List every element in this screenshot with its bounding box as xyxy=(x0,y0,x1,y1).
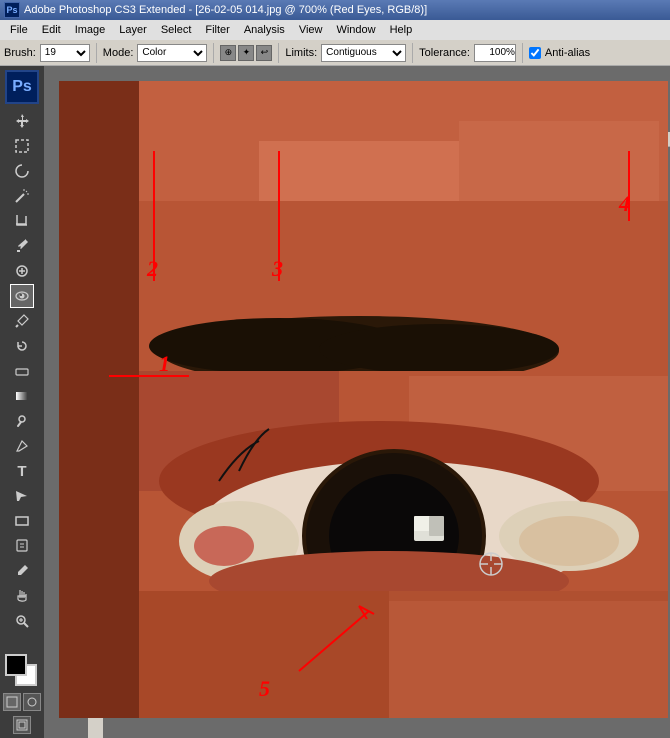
tool-clone-stamp[interactable] xyxy=(10,309,34,333)
standard-mode-btn[interactable] xyxy=(3,693,21,711)
tool-dodge[interactable] xyxy=(10,409,34,433)
menubar: File Edit Image Layer Select Filter Anal… xyxy=(0,20,670,40)
mode-label: Mode: xyxy=(103,47,134,59)
tool-hand[interactable] xyxy=(10,584,34,608)
separator-3 xyxy=(278,43,279,63)
separator-2 xyxy=(213,43,214,63)
window-title: Adobe Photoshop CS3 Extended - [26-02-05… xyxy=(24,4,427,16)
tool-move[interactable] xyxy=(10,109,34,133)
menu-image[interactable]: Image xyxy=(69,23,112,37)
ps-logo: Ps xyxy=(5,70,39,104)
limits-label: Limits: xyxy=(285,47,317,59)
svg-text:1: 1 xyxy=(159,351,170,376)
tool-magic-wand[interactable] xyxy=(10,184,34,208)
tool-red-eye[interactable] xyxy=(10,284,34,308)
tool-gradient[interactable] xyxy=(10,384,34,408)
brush-label: Brush: xyxy=(4,47,36,59)
svg-text:4: 4 xyxy=(618,191,630,216)
menu-window[interactable]: Window xyxy=(330,23,381,37)
photo-canvas[interactable]: 1 2 3 4 5 xyxy=(59,81,668,718)
screen-mode-buttons xyxy=(13,716,31,734)
fullscreen-btn[interactable] xyxy=(13,716,31,734)
options-icon-3[interactable]: ↩ xyxy=(256,45,272,61)
svg-text:5: 5 xyxy=(259,676,270,701)
brush-select[interactable]: 19 xyxy=(40,44,90,62)
separator-4 xyxy=(412,43,413,63)
tool-zoom[interactable] xyxy=(10,609,34,633)
menu-filter[interactable]: Filter xyxy=(199,23,235,37)
color-swatches[interactable] xyxy=(5,654,39,688)
canvas-area[interactable]: 9 xyxy=(44,66,670,738)
svg-text:2: 2 xyxy=(146,256,158,281)
options-icon-1[interactable]: ⊕ xyxy=(220,45,236,61)
toolbar: Ps xyxy=(0,66,44,738)
icon-group: ⊕ ✦ ↩ xyxy=(220,45,272,61)
titlebar: Ps Adobe Photoshop CS3 Extended - [26-02… xyxy=(0,0,670,20)
tool-notes[interactable] xyxy=(10,534,34,558)
menu-file[interactable]: File xyxy=(4,23,34,37)
type-icon: T xyxy=(17,463,26,480)
antialias-label: Anti-alias xyxy=(545,47,590,59)
app-icon: Ps xyxy=(4,2,20,18)
options-icon-2[interactable]: ✦ xyxy=(238,45,254,61)
tolerance-label: Tolerance: xyxy=(419,47,470,59)
tool-lasso[interactable] xyxy=(10,159,34,183)
tool-history-brush[interactable] xyxy=(10,334,34,358)
tool-type[interactable]: T xyxy=(10,459,34,483)
options-bar: Brush: 19 Mode: Color ⊕ ✦ ↩ Limits: Cont… xyxy=(0,40,670,66)
limits-select[interactable]: Contiguous xyxy=(321,44,406,62)
tool-eyedropper[interactable] xyxy=(10,234,34,258)
tool-pen[interactable] xyxy=(10,434,34,458)
tool-crop[interactable] xyxy=(10,209,34,233)
mode-buttons xyxy=(3,693,41,711)
mode-select[interactable]: Color xyxy=(137,44,207,62)
svg-text:3: 3 xyxy=(271,256,283,281)
foreground-color[interactable] xyxy=(5,654,27,676)
menu-analysis[interactable]: Analysis xyxy=(238,23,291,37)
antialias-checkbox[interactable] xyxy=(529,47,541,59)
tolerance-input[interactable] xyxy=(474,44,516,62)
menu-select[interactable]: Select xyxy=(155,23,198,37)
tool-eraser[interactable] xyxy=(10,359,34,383)
tool-color-sampler[interactable] xyxy=(10,559,34,583)
separator-1 xyxy=(96,43,97,63)
quick-mask-btn[interactable] xyxy=(23,693,41,711)
tool-path-select[interactable] xyxy=(10,484,34,508)
tool-shape[interactable] xyxy=(10,509,34,533)
main-area: Ps xyxy=(0,66,670,738)
tool-healing-brush[interactable] xyxy=(10,259,34,283)
tool-marquee[interactable] xyxy=(10,134,34,158)
menu-layer[interactable]: Layer xyxy=(113,23,153,37)
menu-view[interactable]: View xyxy=(293,23,329,37)
menu-help[interactable]: Help xyxy=(384,23,419,37)
separator-5 xyxy=(522,43,523,63)
menu-edit[interactable]: Edit xyxy=(36,23,67,37)
